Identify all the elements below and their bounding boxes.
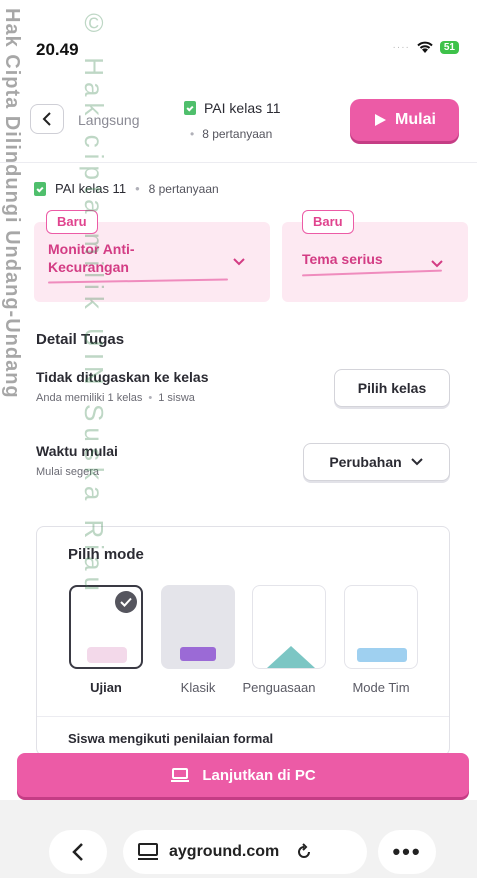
continue-on-pc-button[interactable]: Lanjutkan di PC: [17, 753, 469, 797]
start-button[interactable]: Mulai: [350, 99, 459, 141]
watermark-vertical-2: © Hak cipta milik UIN Suska Riau: [79, 8, 109, 597]
start-button-label: Mulai: [395, 111, 436, 128]
mode-title: Pilih mode: [68, 546, 144, 563]
back-button[interactable]: [30, 104, 64, 134]
chevron-down-icon: [410, 458, 423, 466]
mode-label-exam: Ujian: [90, 680, 122, 695]
mode-option-mastery[interactable]: [252, 585, 326, 669]
header-count-text: 8 pertanyaan: [202, 127, 273, 141]
new-badge: Baru: [46, 210, 98, 234]
change-start-label: Perubahan: [329, 454, 402, 470]
continue-on-pc-label: Lanjutkan di PC: [202, 766, 316, 784]
watermark-vertical-1: Hak Cipta Dilindungi Undang-Undang: [1, 8, 23, 399]
header-title: PAI kelas 11: [184, 100, 281, 116]
url-text: ayground.com: [169, 843, 280, 860]
change-start-button[interactable]: Perubahan: [303, 443, 450, 481]
header-divider: [0, 162, 477, 163]
section-title: Detail Tugas: [36, 331, 125, 348]
team-illustration: [357, 648, 407, 662]
wifi-icon: [417, 41, 433, 53]
status-time: 20.49: [36, 40, 79, 59]
mode-divider: [37, 716, 449, 717]
serious-theme-label: Tema serius: [302, 251, 383, 267]
clipboard-icon: [34, 181, 46, 196]
header-count: • 8 pertanyaan: [190, 127, 273, 141]
mode-label-mastery: Penguasaan: [242, 680, 316, 695]
mode-description: Siswa mengikuti penilaian formal: [68, 731, 274, 746]
choose-class-label: Pilih kelas: [357, 380, 427, 396]
header-subtitle: Langsung: [78, 112, 140, 128]
assign-title: Tidak ditugaskan ke kelas: [36, 369, 209, 385]
anti-cheat-label: Monitor Anti- Kecurangan: [48, 240, 135, 276]
laptop-icon: [171, 768, 190, 782]
mode-option-team[interactable]: [344, 585, 418, 669]
url-bar[interactable]: ayground.com: [123, 830, 367, 874]
start-time-title: Waktu mulai: [36, 443, 118, 459]
header-title-text: PAI kelas 11: [204, 100, 281, 116]
mode-label-classic: Klasik: [180, 680, 216, 695]
choose-class-button[interactable]: Pilih kelas: [334, 369, 450, 407]
mastery-illustration: [267, 646, 315, 668]
student-count: 1 siswa: [158, 392, 195, 404]
check-icon: [115, 591, 137, 613]
mode-option-classic[interactable]: [161, 585, 235, 669]
chevron-down-icon: [232, 254, 246, 270]
anti-cheat-line2: Kecurangan: [48, 259, 129, 275]
clipboard-icon: [184, 101, 196, 115]
quiz-count: 8 pertanyaan: [148, 181, 219, 196]
browser-back-button[interactable]: [49, 830, 107, 874]
reload-icon[interactable]: [295, 843, 313, 861]
chevron-left-icon: [42, 112, 51, 126]
mode-label-team: Mode Tim: [352, 680, 410, 695]
battery-icon: 51: [439, 40, 459, 54]
quiz-info-row: PAI kelas 11 • 8 pertanyaan: [34, 181, 219, 196]
anti-cheat-line1: Monitor Anti-: [48, 241, 135, 257]
more-icon: •••: [392, 839, 422, 864]
mode-option-exam[interactable]: [69, 585, 143, 669]
play-icon: [375, 114, 387, 126]
assign-subtitle: Anda memiliki 1 kelas • 1 siswa: [36, 392, 195, 404]
quiz-title: PAI kelas 11: [55, 181, 127, 196]
more-options-button[interactable]: •••: [378, 830, 436, 874]
chevron-left-icon: [72, 843, 83, 861]
new-badge: Baru: [302, 210, 354, 234]
classic-illustration: [180, 647, 216, 661]
tabs-icon: [138, 843, 158, 860]
status-icons: ···· 51: [393, 40, 459, 54]
class-count: Anda memiliki 1 kelas: [36, 392, 143, 404]
start-time-subtitle: Mulai segera: [36, 466, 99, 478]
signal-icon: ····: [392, 41, 410, 53]
exam-illustration: [87, 647, 127, 663]
